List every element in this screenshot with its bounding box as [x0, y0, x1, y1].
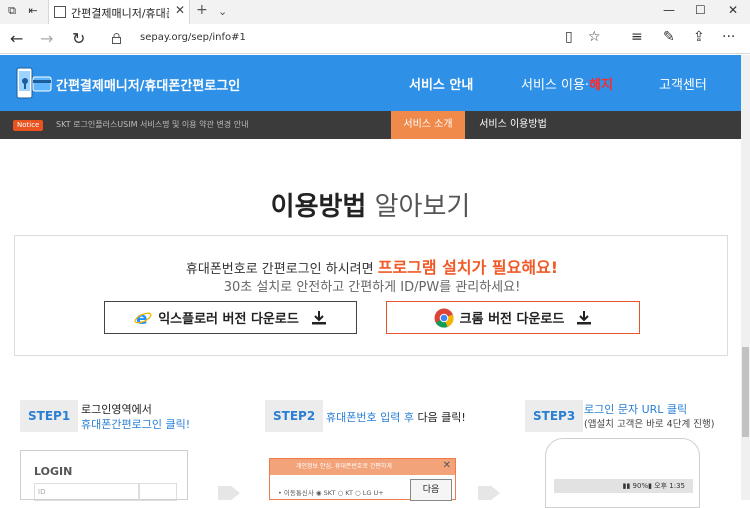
hub-icon[interactable]: ≡: [631, 29, 643, 45]
chrome-logo-icon: [434, 308, 454, 328]
page-title-light: 알아보기: [374, 192, 471, 222]
step2-rest: 다음 클릭!: [413, 411, 466, 424]
tab-title: 간편결제매니저/휴대폰: [71, 7, 169, 20]
phone-card-logo-icon[interactable]: [16, 67, 52, 99]
share-icon[interactable]: ⇪: [693, 29, 705, 45]
step3-badge: STEP3: [525, 400, 584, 432]
nav-service-use-label: 서비스 이용·: [521, 78, 590, 93]
nav-service-use[interactable]: 서비스 이용·해지: [521, 74, 613, 93]
popup-illustration: 개인정보 안심, 휴대폰번호로 간편하게 ✕ • 이동통신사 ◉ SKT ○ K…: [269, 458, 456, 501]
page-scrollbar[interactable]: [741, 55, 750, 500]
back-icon[interactable]: ←: [10, 29, 23, 48]
maximize-icon[interactable]: ☐: [695, 3, 706, 17]
ie-download-content: e 익스플로러 버전 다운로드: [105, 302, 356, 333]
more-icon[interactable]: ···: [722, 29, 735, 45]
sub-navigation-bar: Notice SKT 로그인플러스USIM 서비스명 및 이용 약관 변경 안내…: [0, 111, 741, 139]
ie-download-button[interactable]: e 익스플로러 버전 다운로드: [104, 301, 357, 334]
login-title: LOGIN: [34, 465, 73, 478]
tab-back-icon[interactable]: ⇤: [26, 4, 40, 18]
tab-service-howto[interactable]: 서비스 이용방법: [470, 111, 556, 139]
site-header: 간편결제매니저/휴대폰간편로그인 서비스 안내 서비스 이용·해지 고객센터: [0, 55, 741, 111]
install-notice: 휴대폰번호로 간편로그인 하시려면 프로그램 설치가 필요해요!: [15, 254, 729, 278]
chrome-download-label: 크롬 버전 다운로드: [459, 312, 565, 327]
login-button-mock: [139, 483, 177, 501]
nav-service-info[interactable]: 서비스 안내: [409, 74, 473, 93]
brand-name[interactable]: 간편결제매니저/휴대폰간편로그인: [56, 75, 240, 94]
browser-tab[interactable]: 간편결제매니저/휴대폰 ✕: [48, 0, 190, 24]
step3-line1: 로그인 문자 URL 클릭: [584, 403, 688, 416]
popup-close-icon: ✕: [442, 460, 451, 471]
close-window-icon[interactable]: ✕: [728, 3, 738, 17]
web-note-icon[interactable]: ✎: [663, 29, 675, 45]
step1-badge: STEP1: [20, 400, 79, 432]
install-notice-prefix: 휴대폰번호로 간편로그인 하시려면: [185, 262, 374, 277]
step-arrow-icon: [478, 486, 500, 500]
download-icon: [577, 310, 592, 324]
install-subtext: 30초 설치로 안전하고 간편하게 ID/PW를 관리하세요!: [223, 280, 521, 295]
install-notice-highlight: 프로그램 설치가 필요해요!: [377, 258, 559, 277]
login-illustration: LOGIN ID: [20, 450, 188, 501]
url-field[interactable]: sepay.org/sep/info#1: [104, 28, 549, 50]
window-menu-icon[interactable]: ⧉: [5, 4, 19, 18]
download-icon: [311, 310, 326, 324]
page-icon: [54, 6, 66, 18]
ie-download-label: 익스플로러 버전 다운로드: [158, 312, 299, 327]
step2-badge: STEP2: [265, 400, 324, 432]
scrollbar-thumb[interactable]: [742, 347, 749, 437]
forward-icon[interactable]: →: [40, 29, 53, 48]
new-tab-icon[interactable]: +: [196, 2, 208, 18]
address-bar: ← → ↻ sepay.org/sep/info#1 ▯ ☆ ≡ ✎ ⇪ ···: [0, 24, 750, 54]
step2-text: 휴대폰번호 입력 후 다음 클릭!: [326, 410, 466, 425]
popup-header: 개인정보 안심, 휴대폰번호로 간편하게: [270, 459, 455, 475]
login-id-field: ID: [34, 483, 139, 501]
minimize-icon[interactable]: —: [663, 3, 675, 17]
install-info-box: 휴대폰번호로 간편로그인 하시려면 프로그램 설치가 필요해요! 30초 설치로…: [14, 235, 728, 356]
chrome-download-button[interactable]: 크롬 버전 다운로드: [386, 301, 640, 334]
lock-icon: [112, 33, 121, 44]
nav-customer-center[interactable]: 고객센터: [659, 74, 707, 93]
notice-link[interactable]: SKT 로그인플러스USIM 서비스명 및 이용 약관 변경 안내: [56, 119, 248, 130]
step3-line2: (앱설치 고객은 바로 4단계 진행): [584, 419, 715, 430]
notice-badge: Notice: [13, 120, 44, 131]
popup-carrier-row: • 이동통신사 ◉ SKT ○ KT ○ LG U+: [278, 489, 384, 497]
nav-cancel-highlight: 해지: [589, 78, 613, 93]
step1-line2: 휴대폰간편로그인 클릭!: [81, 418, 191, 431]
phone-illustration: ▮▮ 90%▮ 오후 1:35: [545, 438, 700, 508]
step1-line1: 로그인영역에서: [81, 403, 152, 416]
chevron-down-icon[interactable]: ⌄: [218, 5, 227, 18]
step1-text: 로그인영역에서 휴대폰간편로그인 클릭!: [81, 402, 190, 432]
step3-text: 로그인 문자 URL 클릭 (앱설치 고객은 바로 4단계 진행): [584, 402, 714, 432]
url-text: sepay.org/sep/info#1: [140, 32, 246, 43]
page-title-bold: 이용방법: [270, 192, 367, 222]
browser-tab-strip: ⧉ ⇤ 간편결제매니저/휴대폰 ✕ + ⌄ — ☐ ✕: [0, 0, 750, 24]
internet-explorer-icon: e: [134, 309, 152, 327]
popup-next-button: 다음: [410, 479, 452, 501]
close-tab-icon[interactable]: ✕: [175, 3, 185, 17]
chrome-download-content: 크롬 버전 다운로드: [387, 302, 639, 333]
step2-highlight: 휴대폰번호 입력 후: [326, 411, 414, 424]
favorite-star-icon[interactable]: ☆: [588, 29, 601, 45]
tab-service-intro[interactable]: 서비스 소개: [391, 111, 465, 139]
refresh-icon[interactable]: ↻: [72, 29, 85, 48]
reading-view-icon[interactable]: ▯: [565, 29, 573, 45]
phone-status-text: ▮▮ 90%▮ 오후 1:35: [622, 482, 685, 490]
page-title: 이용방법 알아보기: [0, 186, 741, 223]
phone-status-bar: ▮▮ 90%▮ 오후 1:35: [554, 479, 693, 493]
step-arrow-icon: [218, 486, 240, 500]
